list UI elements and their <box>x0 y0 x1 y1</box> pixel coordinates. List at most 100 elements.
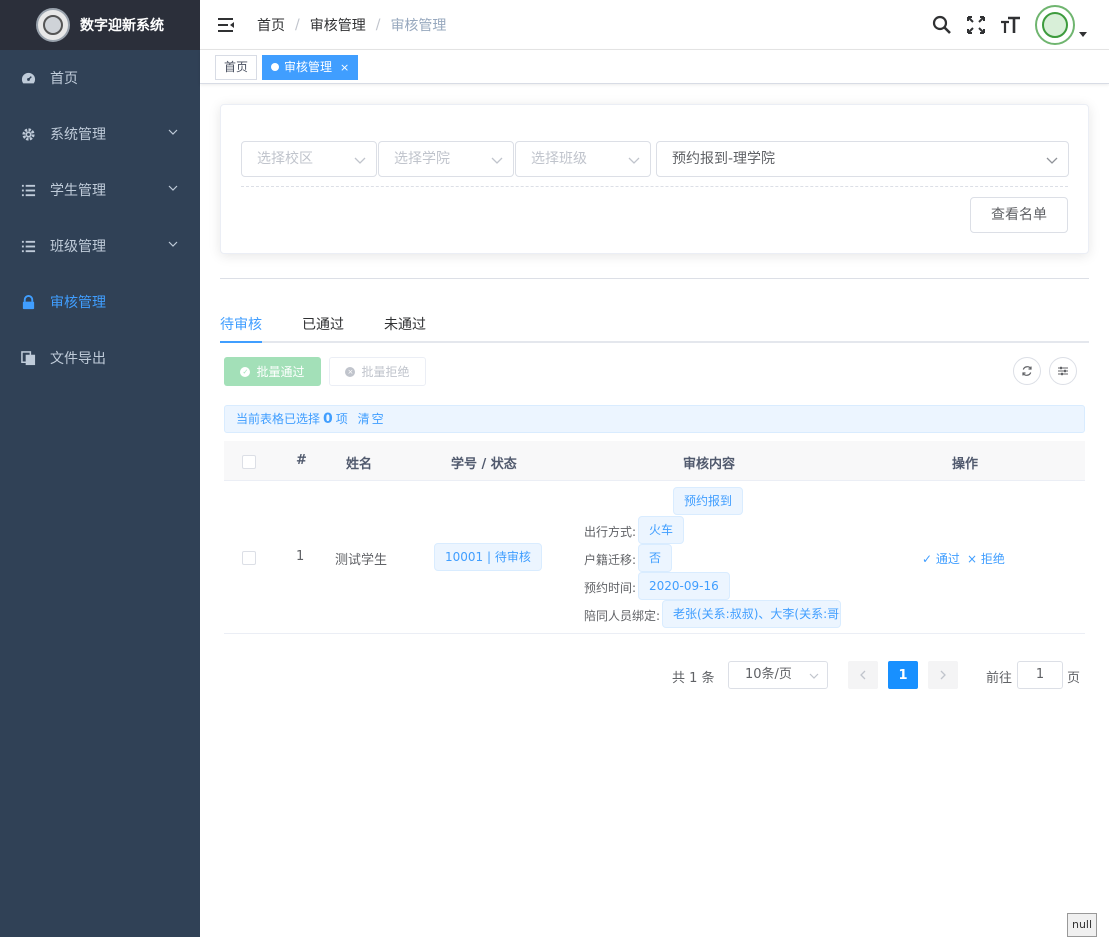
chevron-down-icon <box>491 157 503 164</box>
sidebar-item-label: 审核管理 <box>50 295 106 311</box>
top-navbar: 首页 / 审核管理 / 审核管理 <box>200 0 1109 50</box>
selection-suffix: 项 <box>335 412 348 426</box>
college-select-placeholder: 选择学院 <box>394 151 450 167</box>
sidebar: 数字迎新系统 首页 系统管理 学生管理 班级管理 审核管理 文件导出 <box>0 0 200 937</box>
selection-alert: 当前表格已选择 0 项 清空 <box>224 405 1085 433</box>
reject-button[interactable]: × 拒绝 <box>967 550 1005 567</box>
field-label-household: 户籍迁移: <box>584 553 637 567</box>
gear-icon <box>20 126 36 142</box>
filter-card: 选择校区 选择学院 选择班级 预约报到-理学院 查看名单 <box>220 104 1089 254</box>
chevron-down-icon <box>354 157 366 164</box>
task-select-value: 预约报到-理学院 <box>672 151 776 167</box>
review-tabs: 待审核 已通过 未通过 <box>220 306 1089 343</box>
column-header-name: 姓名 <box>346 457 373 472</box>
content-title-tag: 预约报到 <box>673 487 744 515</box>
row-index: 1 <box>296 549 305 564</box>
sidebar-item-label: 文件导出 <box>50 351 106 367</box>
logo-bar[interactable]: 数字迎新系统 <box>0 0 200 50</box>
campus-select[interactable]: 选择校区 <box>241 141 377 177</box>
user-avatar[interactable] <box>1035 5 1075 45</box>
section-divider <box>220 278 1089 279</box>
selection-count: 0 <box>323 411 333 427</box>
sidebar-item-label: 系统管理 <box>50 127 106 143</box>
college-select[interactable]: 选择学院 <box>378 141 514 177</box>
batch-pass-button[interactable]: ✓ 批量通过 <box>224 357 321 386</box>
sidebar-item-students[interactable]: 学生管理 <box>0 162 200 218</box>
next-page-button[interactable] <box>928 661 958 689</box>
column-header-index: # <box>296 453 307 468</box>
close-circle-icon: × <box>345 366 356 377</box>
chevron-down-icon <box>809 673 819 679</box>
clear-selection-link[interactable]: 清空 <box>358 412 386 426</box>
tab-pending[interactable]: 待审核 <box>220 314 262 334</box>
hamburger-icon[interactable] <box>217 16 235 34</box>
tab-approved[interactable]: 已通过 <box>302 314 344 334</box>
student-name: 测试学生 <box>335 553 388 568</box>
chevron-down-icon <box>168 241 178 247</box>
batch-reject-label: 批量拒绝 <box>361 365 410 379</box>
refresh-icon <box>1022 366 1032 376</box>
font-size-icon[interactable] <box>999 14 1021 36</box>
prev-page-button[interactable] <box>848 661 878 689</box>
lock-icon <box>20 294 36 310</box>
field-label-travel: 出行方式: <box>584 525 637 539</box>
refresh-button[interactable] <box>1013 357 1041 385</box>
documents-icon <box>20 350 36 366</box>
chevron-down-icon <box>168 185 178 191</box>
tag-review[interactable]: 审核管理 × <box>262 55 359 80</box>
reject-label: 拒绝 <box>980 552 1005 566</box>
sidebar-item-review[interactable]: 审核管理 <box>0 274 200 330</box>
field-value-travel: 火车 <box>638 516 685 544</box>
chevron-left-icon <box>860 670 866 680</box>
view-list-button[interactable]: 查看名单 <box>970 197 1068 233</box>
fullscreen-icon[interactable] <box>965 14 987 36</box>
sidebar-item-label: 学生管理 <box>50 183 106 199</box>
selection-prefix: 当前表格已选择 <box>236 412 321 426</box>
filter-divider <box>241 186 1068 187</box>
breadcrumb-item-home[interactable]: 首页 <box>257 15 285 35</box>
sliders-icon <box>1058 366 1068 376</box>
close-icon[interactable]: × <box>340 61 349 74</box>
tag-home[interactable]: 首页 <box>215 55 258 80</box>
batch-pass-label: 批量通过 <box>256 365 305 379</box>
batch-reject-button[interactable]: × 批量拒绝 <box>329 357 426 386</box>
tag-label: 审核管理 <box>284 60 333 74</box>
debug-null-label: null <box>1067 913 1097 937</box>
sidebar-item-export[interactable]: 文件导出 <box>0 330 200 386</box>
sidebar-item-classes[interactable]: 班级管理 <box>0 218 200 274</box>
approve-button[interactable]: ✓ 通过 <box>922 550 960 567</box>
column-header-id-status: 学号 / 状态 <box>451 457 517 472</box>
caret-down-icon[interactable] <box>1079 30 1087 38</box>
breadcrumb-separator: / <box>375 16 381 33</box>
breadcrumb: 首页 / 审核管理 / 审核管理 <box>257 15 446 35</box>
list-icon <box>20 182 36 198</box>
column-settings-button[interactable] <box>1049 357 1077 385</box>
field-label-companions: 陪同人员绑定: <box>584 609 661 623</box>
check-circle-icon: ✓ <box>240 366 251 377</box>
sidebar-item-home[interactable]: 首页 <box>0 50 200 106</box>
sidebar-item-label: 首页 <box>50 71 78 87</box>
table-row: 1 测试学生 10001 | 待审核 预约报到 出行方式: 火车 户籍迁移: 否… <box>224 481 1085 634</box>
chevron-right-icon <box>940 670 946 680</box>
row-checkbox[interactable] <box>242 551 256 565</box>
dashboard-icon <box>20 70 36 86</box>
page-size-select[interactable]: 10条/页 <box>728 661 828 689</box>
goto-page-input[interactable]: 1 <box>1017 661 1063 689</box>
select-all-checkbox[interactable] <box>242 455 256 469</box>
breadcrumb-separator: / <box>295 16 300 33</box>
page-size-value: 10条/页 <box>745 667 792 682</box>
sidebar-item-system[interactable]: 系统管理 <box>0 106 200 162</box>
search-icon[interactable] <box>931 14 953 36</box>
header-actions <box>919 5 1087 45</box>
id-status-tag: 10001 | 待审核 <box>434 543 542 571</box>
breadcrumb-item-review[interactable]: 审核管理 <box>310 15 366 35</box>
page-number-current[interactable]: 1 <box>888 661 918 689</box>
task-select[interactable]: 预约报到-理学院 <box>656 141 1069 177</box>
column-header-content: 审核内容 <box>683 457 736 472</box>
breadcrumb-item-current: 审核管理 <box>390 17 447 34</box>
field-value-appointment-time: 2020-09-16 <box>638 572 730 600</box>
tab-rejected[interactable]: 未通过 <box>384 314 426 334</box>
field-label-appointment-time: 预约时间: <box>584 581 637 595</box>
table-header: # 姓名 学号 / 状态 审核内容 操作 <box>224 441 1085 481</box>
class-select[interactable]: 选择班级 <box>515 141 651 177</box>
